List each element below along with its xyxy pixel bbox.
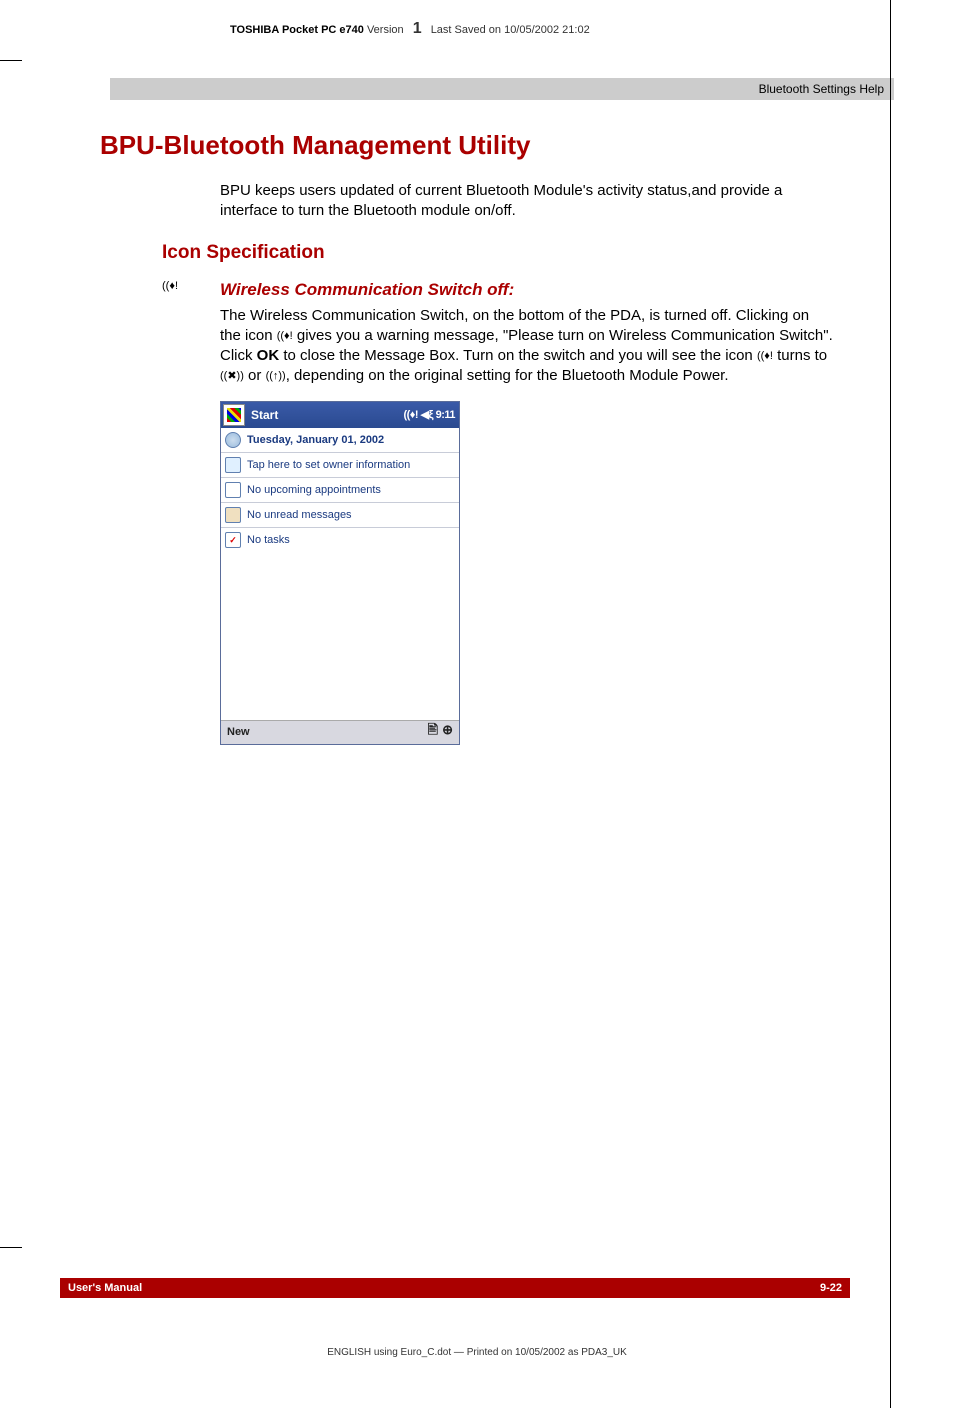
pda-command-bar: New 🖹⊕ bbox=[221, 720, 459, 744]
ok-label: OK bbox=[257, 347, 280, 364]
footer-bar: User's Manual 9-22 bbox=[60, 1278, 850, 1298]
page-content: TOSHIBA Pocket PC e740 Version 1 Last Sa… bbox=[0, 0, 954, 745]
page-title: BPU-Bluetooth Management Utility bbox=[100, 130, 894, 161]
text-fragment: , depending on the original setting for … bbox=[286, 367, 729, 384]
tray-icons: 🖹⊕ bbox=[424, 721, 453, 743]
crop-mark bbox=[0, 60, 22, 61]
footer-left: User's Manual bbox=[68, 1278, 142, 1298]
subsection-row: ((♦! Wireless Communication Switch off: bbox=[162, 280, 894, 300]
pda-title-bar: Start ((♦! ◀ξ 9:11 bbox=[221, 402, 459, 428]
windows-flag-icon[interactable] bbox=[223, 404, 245, 426]
calendar-icon bbox=[225, 482, 241, 498]
text-fragment: turns to bbox=[773, 347, 827, 364]
today-date-row[interactable]: Tuesday, January 01, 2002 bbox=[221, 428, 459, 453]
document-header: TOSHIBA Pocket PC e740 Version 1 Last Sa… bbox=[230, 20, 894, 38]
text-fragment: to close the Message Box. Turn on the sw… bbox=[279, 347, 757, 364]
owner-card-icon bbox=[225, 457, 241, 473]
appointments-text: No upcoming appointments bbox=[247, 484, 381, 496]
start-label[interactable]: Start bbox=[247, 408, 403, 422]
messages-text: No unread messages bbox=[247, 509, 352, 521]
section-heading: Icon Specification bbox=[162, 242, 894, 264]
owner-info-text: Tap here to set owner information bbox=[247, 459, 410, 471]
appointments-row[interactable]: No upcoming appointments bbox=[221, 478, 459, 503]
crop-mark bbox=[0, 1247, 22, 1248]
section-bar: Bluetooth Settings Help bbox=[110, 78, 894, 100]
messages-row[interactable]: No unread messages bbox=[221, 503, 459, 528]
subsection-heading: Wireless Communication Switch off: bbox=[220, 280, 514, 300]
crop-mark-vertical bbox=[890, 0, 891, 1408]
intro-paragraph: BPU keeps users updated of current Bluet… bbox=[220, 181, 834, 222]
body-paragraph: The Wireless Communication Switch, on th… bbox=[220, 306, 834, 387]
envelope-icon bbox=[225, 507, 241, 523]
status-area: ((♦! ◀ξ 9:11 bbox=[403, 408, 459, 421]
new-button[interactable]: New bbox=[227, 726, 250, 738]
tray-icon[interactable]: 🖹 bbox=[428, 722, 438, 737]
clock-icon bbox=[225, 432, 241, 448]
pda-today-body: mobile Microsoft Tuesday, January 01, 20… bbox=[221, 428, 459, 720]
pda-screenshot: Start ((♦! ◀ξ 9:11 mobile Microsoft Tues… bbox=[220, 401, 460, 745]
tray-icon[interactable]: ⊕ bbox=[442, 722, 453, 737]
bluetooth-x-icon: ((✖)) bbox=[220, 370, 244, 382]
print-footer: ENGLISH using Euro_C.dot — Printed on 10… bbox=[0, 1347, 954, 1358]
version-number: 1 bbox=[413, 20, 422, 37]
owner-info-row[interactable]: Tap here to set owner information bbox=[221, 453, 459, 478]
last-saved: Last Saved on 10/05/2002 21:02 bbox=[431, 24, 590, 36]
footer-right: 9-22 bbox=[820, 1278, 842, 1298]
clock-time[interactable]: 9:11 bbox=[436, 409, 455, 421]
text-fragment: or bbox=[244, 367, 266, 384]
version-label: Version bbox=[367, 24, 404, 36]
tasks-icon: ✓ bbox=[225, 532, 241, 548]
tasks-text: No tasks bbox=[247, 534, 290, 546]
today-date: Tuesday, January 01, 2002 bbox=[247, 434, 384, 446]
bluetooth-off-icon: ((♦! bbox=[757, 350, 773, 362]
bluetooth-off-icon: ((♦! bbox=[162, 280, 182, 292]
bluetooth-off-icon: ((♦! bbox=[277, 330, 293, 342]
bluetooth-on-icon: ((↑)) bbox=[266, 370, 286, 382]
bluetooth-status-icon[interactable]: ((♦! ◀ξ bbox=[403, 409, 433, 421]
product-name: TOSHIBA Pocket PC e740 bbox=[230, 24, 364, 36]
tasks-row[interactable]: ✓ No tasks bbox=[221, 528, 459, 552]
